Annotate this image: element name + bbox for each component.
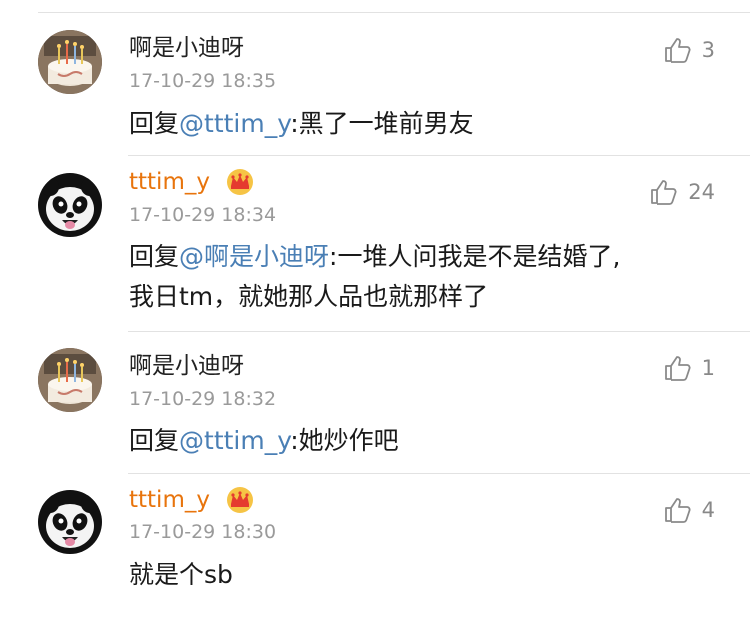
reply-prefix: 回复 — [129, 426, 180, 455]
cake-avatar-image — [38, 348, 102, 412]
reply-prefix: 回复 — [129, 242, 180, 271]
like-count: 24 — [688, 180, 715, 204]
comment-text: 回复@tttim_y:她炒作吧 — [129, 421, 729, 461]
like-count: 1 — [701, 356, 715, 380]
username[interactable]: 啊是小迪呀 — [129, 33, 244, 63]
divider — [128, 473, 750, 474]
cake-avatar-image — [38, 30, 102, 94]
thumbs-up-icon — [664, 356, 691, 381]
mention-link[interactable]: @tttim_y — [179, 109, 290, 138]
username-text[interactable]: 啊是小迪呀 — [129, 35, 244, 61]
username[interactable]: 啊是小迪呀 — [129, 351, 244, 381]
username-text[interactable]: 啊是小迪呀 — [129, 353, 244, 379]
crown-icon — [227, 486, 254, 513]
comment-text: 回复@tttim_y:黑了一堆前男友 — [129, 104, 729, 144]
panda-avatar-image — [38, 490, 102, 554]
like-count: 3 — [701, 38, 715, 62]
avatar[interactable] — [38, 348, 102, 412]
timestamp: 17-10-29 18:34 — [129, 204, 277, 226]
avatar[interactable] — [38, 490, 102, 554]
top-divider — [38, 12, 750, 13]
comment-text: 就是个sb — [129, 555, 729, 595]
timestamp: 17-10-29 18:32 — [129, 388, 277, 410]
username[interactable]: tttim_y — [129, 485, 255, 515]
panda-avatar-image — [38, 173, 102, 237]
like-button[interactable]: 1 — [664, 354, 715, 382]
like-button[interactable]: 4 — [664, 496, 715, 524]
mention-link[interactable]: @tttim_y — [179, 426, 290, 455]
crown-icon — [227, 168, 254, 195]
username-text[interactable]: tttim_y — [129, 169, 210, 195]
username-text[interactable]: tttim_y — [129, 487, 210, 513]
avatar[interactable] — [38, 30, 102, 94]
comment-line: 就是个sb — [129, 560, 233, 589]
like-count: 4 — [701, 498, 715, 522]
comment-line-text: :一堆人问我是不是结婚了, — [329, 242, 621, 271]
divider — [128, 331, 750, 332]
comment-line: :黑了一堆前男友 — [290, 109, 474, 138]
comment-text: 回复@啊是小迪呀:一堆人问我是不是结婚了, 我日tm，就她那人品也就那样了 — [129, 237, 729, 317]
avatar[interactable] — [38, 173, 102, 237]
comment-line: 回复@啊是小迪呀:一堆人问我是不是结婚了, — [129, 237, 729, 277]
like-button[interactable]: 3 — [664, 36, 715, 64]
timestamp: 17-10-29 18:30 — [129, 521, 277, 543]
mention-link[interactable]: @啊是小迪呀 — [179, 242, 329, 271]
divider — [128, 155, 750, 156]
thumbs-up-icon — [664, 38, 691, 63]
thumbs-up-icon — [651, 180, 677, 205]
reply-prefix: 回复 — [129, 109, 180, 138]
like-button[interactable]: 24 — [650, 178, 715, 206]
timestamp: 17-10-29 18:35 — [129, 70, 277, 92]
thumbs-up-icon — [664, 498, 691, 523]
username[interactable]: tttim_y — [129, 167, 255, 197]
comment-line: :她炒作吧 — [290, 426, 399, 455]
comment-line: 我日tm，就她那人品也就那样了 — [129, 282, 489, 311]
